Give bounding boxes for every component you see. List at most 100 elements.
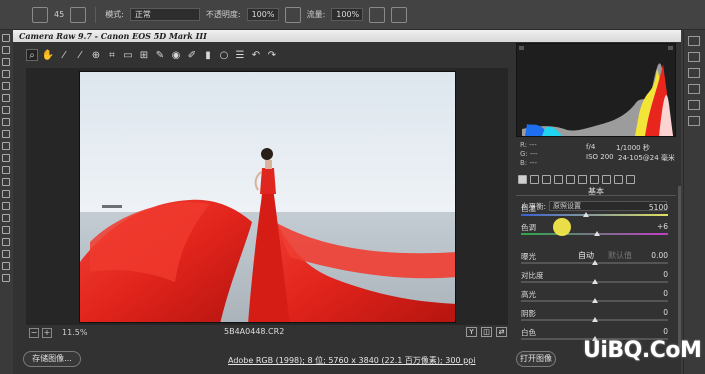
healing-tool-icon[interactable] — [2, 106, 10, 114]
flow-label: 流量: — [306, 10, 326, 19]
adjustment-brush-icon[interactable]: ✐ — [186, 49, 198, 61]
brush-tool-icon[interactable] — [2, 118, 10, 126]
tab-effects-icon[interactable] — [590, 174, 599, 184]
pressure-size-icon[interactable] — [391, 6, 408, 23]
slider-label: 阴影 — [521, 309, 536, 318]
tab-tone-curve-icon[interactable] — [530, 174, 539, 184]
straighten-icon[interactable]: ▭ — [122, 49, 134, 61]
transform-icon[interactable]: ⊞ — [138, 49, 150, 61]
more-tools-icon[interactable] — [2, 274, 10, 282]
panel-scrollbar[interactable] — [678, 186, 681, 348]
tab-camera-calibration-icon[interactable] — [602, 174, 611, 184]
open-image-button[interactable]: 打开图像 — [516, 351, 556, 367]
adjustments-icon[interactable] — [688, 52, 700, 62]
before-after-icon[interactable]: ◫ — [481, 327, 492, 337]
slider-label: 对比度 — [521, 271, 544, 280]
history-icon[interactable] — [688, 36, 700, 46]
shape-tool-icon[interactable] — [2, 238, 10, 246]
properties-icon[interactable] — [688, 116, 700, 126]
slider-track[interactable] — [521, 214, 668, 216]
channels-icon[interactable] — [688, 84, 700, 94]
workflow-options-link[interactable]: Adobe RGB (1998); 8 位; 5760 x 3840 (22.1… — [228, 355, 475, 366]
history-brush-icon[interactable] — [2, 142, 10, 150]
opacity-label: 不透明度: — [205, 10, 241, 19]
tab-split-toning-icon[interactable] — [566, 174, 575, 184]
mode-label: 模式: — [105, 10, 124, 19]
tab-basic-icon[interactable] — [518, 174, 527, 184]
airbrush-icon[interactable] — [369, 6, 386, 23]
watermark: UiBQ.CoM — [583, 338, 702, 363]
dialog-titlebar[interactable]: Camera Raw 9.7 - Canon EOS 5D Mark III — [13, 30, 681, 42]
tools-panel — [0, 31, 13, 374]
eraser-tool-icon[interactable] — [2, 154, 10, 162]
red-eye-icon[interactable]: ◉ — [170, 49, 182, 61]
zoom-out-button[interactable]: − — [29, 327, 39, 338]
targeted-adjust-icon[interactable]: ⊕ — [90, 49, 102, 61]
slider-value[interactable]: 0 — [663, 289, 668, 298]
slider-thumb[interactable] — [582, 212, 589, 217]
gradient-tool-icon[interactable] — [2, 166, 10, 174]
swap-settings-icon[interactable]: ⇄ — [496, 327, 507, 337]
options-bar: 45 模式: 正常 不透明度: 100% 流量: 100% — [0, 0, 705, 30]
zoom-icon[interactable]: ⌕ — [26, 49, 38, 61]
slider-thumb[interactable] — [594, 231, 601, 236]
crop-tool-icon[interactable] — [2, 82, 10, 90]
opacity-field[interactable]: 100% — [246, 8, 279, 21]
zoom-in-button[interactable]: + — [42, 327, 52, 338]
separator — [95, 6, 97, 23]
section-title: 基本 — [516, 186, 676, 196]
graduated-filter-icon[interactable]: ▮ — [202, 49, 214, 61]
slider-value[interactable]: +6 — [657, 222, 668, 231]
stamp-tool-icon[interactable] — [2, 130, 10, 138]
hand-icon[interactable]: ✋ — [42, 49, 54, 61]
zoom-level[interactable]: 11.5% — [62, 328, 87, 337]
tab-detail-icon[interactable] — [542, 174, 551, 184]
slider-value[interactable]: 0 — [663, 327, 668, 336]
view-toggle-icon[interactable]: Y — [466, 327, 477, 337]
tab-snapshots-icon[interactable] — [626, 174, 635, 184]
preferences-icon[interactable]: ☰ — [234, 49, 246, 61]
slider-value[interactable]: 0 — [663, 308, 668, 317]
slider-thumb[interactable] — [591, 279, 598, 284]
slider-value[interactable]: 5100 — [649, 203, 668, 212]
shutter-speed: 1/1000 秒 — [616, 144, 650, 152]
quick-select-tool-icon[interactable] — [2, 70, 10, 78]
white-balance-icon[interactable]: ⁄ — [58, 49, 70, 61]
slider-thumb[interactable] — [591, 298, 598, 303]
lasso-tool-icon[interactable] — [2, 58, 10, 66]
hand-tool-icon[interactable] — [2, 250, 10, 258]
image-preview[interactable] — [26, 68, 508, 325]
slider-value[interactable]: 0 — [663, 270, 668, 279]
rotate-left-icon[interactable]: ↶ — [250, 49, 262, 61]
marquee-tool-icon[interactable] — [2, 46, 10, 54]
rotate-right-icon[interactable]: ↷ — [266, 49, 278, 61]
move-tool-icon[interactable] — [2, 34, 10, 42]
eyedropper-tool-icon[interactable] — [2, 94, 10, 102]
tab-presets-icon[interactable] — [614, 174, 623, 184]
brush-preset-icon[interactable] — [70, 6, 87, 23]
default-link[interactable]: 默认值 — [608, 250, 632, 261]
pressure-opacity-icon[interactable] — [284, 6, 301, 23]
crop-icon[interactable]: ⌗ — [106, 49, 118, 61]
tab-lens-icon[interactable] — [578, 174, 587, 184]
dodge-tool-icon[interactable] — [2, 190, 10, 198]
blur-tool-icon[interactable] — [2, 178, 10, 186]
spot-removal-icon[interactable]: ✎ — [154, 49, 166, 61]
path-select-icon[interactable] — [2, 226, 10, 234]
pen-tool-icon[interactable] — [2, 202, 10, 210]
flow-field[interactable]: 100% — [331, 8, 364, 21]
color-sampler-icon[interactable]: ⁄ — [74, 49, 86, 61]
auto-link[interactable]: 自动 — [578, 250, 594, 261]
mode-select[interactable]: 正常 — [129, 8, 200, 21]
radial-filter-icon[interactable]: ○ — [218, 49, 230, 61]
type-tool-icon[interactable] — [2, 214, 10, 222]
slider-row: 对比度 0 — [521, 270, 668, 286]
tab-hsl-icon[interactable] — [554, 174, 563, 184]
zoom-tool-icon[interactable] — [2, 262, 10, 270]
brush-size-value: 45 — [54, 10, 65, 19]
brush-tool-icon[interactable] — [32, 6, 48, 23]
slider-thumb[interactable] — [591, 317, 598, 322]
paths-icon[interactable] — [688, 100, 700, 110]
layers-icon[interactable] — [688, 68, 700, 78]
save-image-button[interactable]: 存储图像... — [23, 351, 81, 367]
